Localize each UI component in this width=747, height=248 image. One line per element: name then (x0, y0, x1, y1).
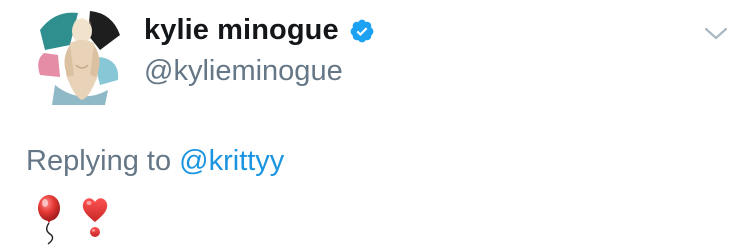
tweet-card: kylie minogue @kylieminogue Replying to … (0, 0, 747, 248)
display-name[interactable]: kylie minogue (144, 12, 339, 48)
chevron-down-icon[interactable] (700, 22, 732, 44)
avatar[interactable] (30, 5, 130, 105)
balloon-emoji (38, 195, 60, 245)
replying-to-line: Replying to @krittyy (26, 143, 284, 179)
user-handle[interactable]: @kylieminogue (144, 53, 343, 89)
reply-mention-link[interactable]: @krittyy (179, 145, 284, 177)
heavy-heart-exclamation-emoji (82, 198, 108, 237)
replying-to-label: Replying to (26, 145, 172, 177)
verified-badge-icon (350, 19, 374, 43)
